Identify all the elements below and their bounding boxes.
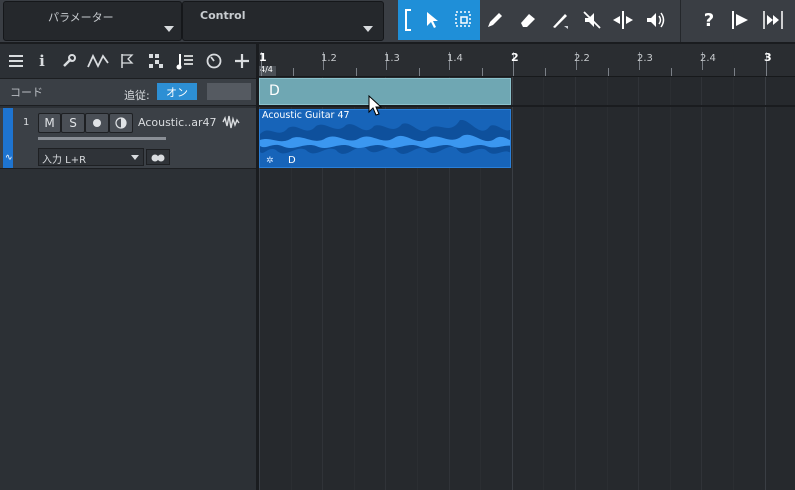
ruler-minor-tick bbox=[608, 68, 609, 76]
grid-line bbox=[765, 77, 766, 490]
add-icon[interactable] bbox=[231, 48, 253, 74]
input-dropdown-arrow-icon bbox=[131, 155, 139, 160]
ruler-label: 3 bbox=[764, 51, 772, 64]
ruler-label: 2 bbox=[511, 51, 519, 64]
info-icon[interactable]: i bbox=[31, 48, 53, 74]
grid-line bbox=[575, 77, 576, 490]
follow-toggle-on[interactable]: オン bbox=[157, 83, 197, 100]
track-volume-slider[interactable] bbox=[38, 137, 166, 140]
ruler-label: 1.3 bbox=[384, 53, 400, 64]
toolbar-separator bbox=[680, 0, 681, 42]
ruler-label: 1.4 bbox=[447, 53, 463, 64]
parameter-dropdown-arrow-icon bbox=[164, 26, 174, 32]
chord-event-label: D bbox=[269, 83, 280, 99]
track-automation-icon[interactable]: ∿ bbox=[5, 153, 13, 163]
link-icon bbox=[151, 154, 165, 162]
paint-tool-icon[interactable] bbox=[548, 8, 572, 32]
ruler-minor-tick bbox=[482, 68, 483, 76]
pencil-tool-icon[interactable] bbox=[483, 8, 507, 32]
chord-track-label: コード bbox=[10, 86, 43, 99]
ruler-label: 2.3 bbox=[637, 53, 653, 64]
ruler-minor-tick bbox=[356, 68, 357, 76]
grid-line bbox=[733, 77, 734, 490]
grid-line bbox=[670, 77, 671, 490]
list-icon[interactable] bbox=[5, 48, 27, 74]
eraser-tool-icon[interactable] bbox=[516, 8, 540, 32]
bracket-icon[interactable] bbox=[396, 8, 420, 32]
listen-tool-icon[interactable] bbox=[643, 8, 667, 32]
top-toolbar: パラメーター Control ? bbox=[0, 0, 795, 44]
audio-event[interactable]: Acoustic Guitar 47 ✲ D bbox=[259, 109, 511, 168]
input-selector-label: 入力 L+R bbox=[42, 155, 87, 166]
parameter-selector[interactable]: パラメーター bbox=[3, 1, 182, 41]
record-icon bbox=[93, 119, 101, 127]
automation-icon[interactable] bbox=[87, 48, 109, 74]
chord-event[interactable]: D bbox=[259, 78, 511, 105]
monitor-button[interactable] bbox=[109, 113, 133, 133]
split-tool-icon[interactable] bbox=[611, 8, 635, 32]
snap-icon[interactable] bbox=[728, 8, 752, 32]
grid-line bbox=[512, 77, 513, 490]
waveform-icon bbox=[222, 114, 240, 133]
follow-toggle-off[interactable] bbox=[207, 83, 251, 100]
solo-button[interactable]: S bbox=[61, 113, 85, 133]
quantize-icon[interactable] bbox=[760, 8, 784, 32]
audio-event-chord: D bbox=[288, 155, 296, 166]
clock-icon[interactable] bbox=[203, 48, 225, 74]
ruler-label: 2.2 bbox=[574, 53, 590, 64]
input-selector[interactable]: 入力 L+R bbox=[38, 148, 144, 166]
track-name[interactable]: Acoustic..ar47 bbox=[138, 116, 216, 129]
mouse-cursor-icon bbox=[368, 95, 383, 116]
control-dropdown-arrow-icon bbox=[363, 26, 373, 32]
grid-line bbox=[543, 77, 544, 490]
help-icon[interactable]: ? bbox=[697, 8, 721, 32]
track-header[interactable]: ∿ 1 M S Acoustic..ar47 入力 L+R bbox=[0, 108, 256, 169]
track-number: 1 bbox=[23, 117, 30, 128]
chord-track-separator bbox=[259, 105, 795, 107]
ruler-minor-tick bbox=[419, 68, 420, 76]
timeline-ruler[interactable]: 4/4 1 1.2 1.3 1.4 2 2.2 2.3 2.4 3 bbox=[259, 44, 795, 77]
control-label: Control bbox=[200, 9, 246, 22]
mute-tool-icon[interactable] bbox=[580, 8, 604, 32]
ruler-label: 1 bbox=[259, 51, 267, 64]
grid-icon[interactable] bbox=[145, 48, 167, 74]
ruler-minor-tick bbox=[293, 68, 294, 76]
event-settings-icon[interactable]: ✲ bbox=[266, 156, 274, 166]
marker-flag-icon[interactable] bbox=[116, 48, 138, 74]
ruler-minor-tick bbox=[545, 68, 546, 76]
mute-button[interactable]: M bbox=[38, 113, 61, 133]
ruler-label: 2.4 bbox=[700, 53, 716, 64]
record-arm-button[interactable] bbox=[85, 113, 109, 133]
control-selector[interactable]: Control bbox=[182, 1, 384, 41]
score-icon[interactable] bbox=[174, 48, 196, 74]
monitor-icon bbox=[115, 117, 127, 129]
wrench-icon[interactable] bbox=[58, 48, 80, 74]
grid-line bbox=[607, 77, 608, 490]
audio-waveform bbox=[260, 120, 510, 154]
track-list-toolbar: i bbox=[0, 48, 256, 74]
chord-track-header[interactable]: コード 追従: オン bbox=[0, 78, 256, 106]
follow-label: 追従: bbox=[124, 89, 150, 102]
grid-line bbox=[701, 77, 702, 490]
parameter-label: パラメーター bbox=[48, 11, 114, 24]
ruler-minor-tick bbox=[734, 68, 735, 76]
grid-line bbox=[638, 77, 639, 490]
range-tool-icon[interactable] bbox=[452, 8, 476, 32]
input-link-button[interactable] bbox=[146, 149, 170, 165]
arrow-tool-icon[interactable] bbox=[420, 8, 444, 32]
ruler-minor-tick bbox=[671, 68, 672, 76]
ruler-label: 1.2 bbox=[321, 53, 337, 64]
